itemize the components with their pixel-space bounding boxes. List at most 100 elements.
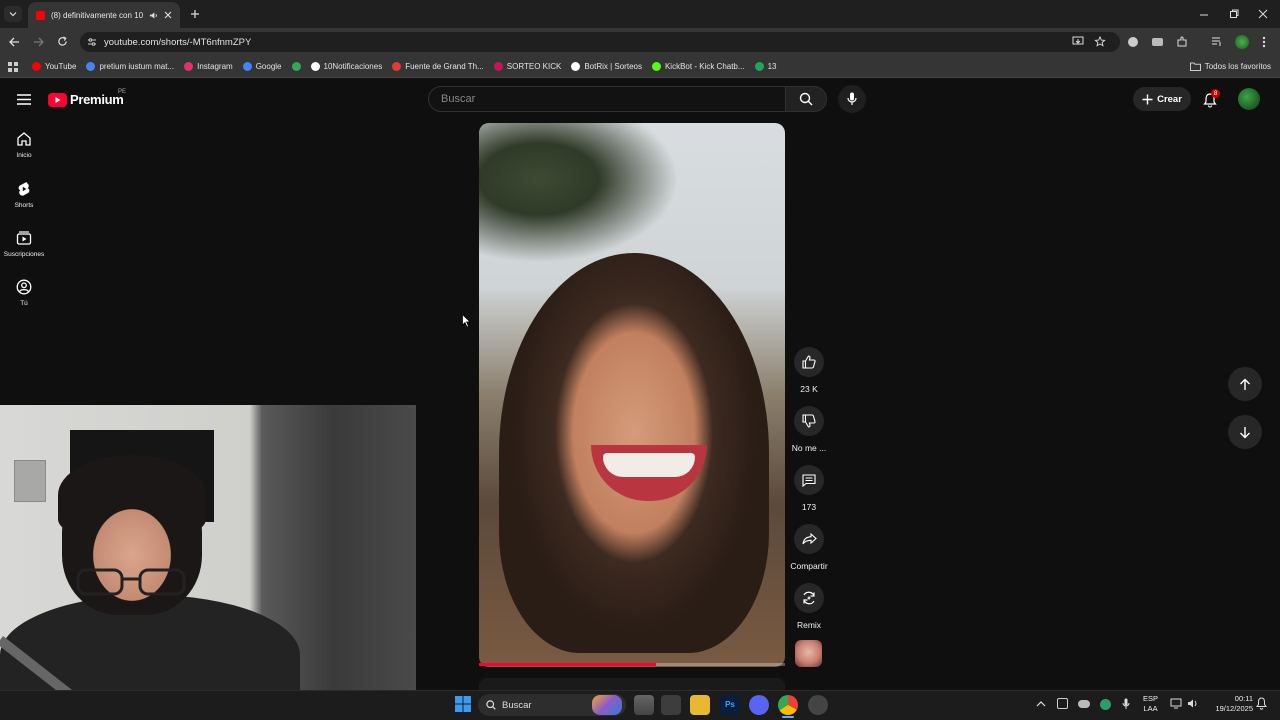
input-language[interactable]: ESP LAA <box>1143 694 1158 714</box>
shorts-video-player[interactable] <box>479 123 785 667</box>
previous-short-button[interactable] <box>1228 367 1262 401</box>
extension-icon[interactable] <box>1152 38 1163 46</box>
hamburger-menu-icon[interactable] <box>17 94 31 105</box>
sidebar-item-inicio[interactable]: Inicio <box>0 131 48 159</box>
microphone-icon <box>847 92 857 105</box>
bookmark-favicon-icon <box>242 62 252 71</box>
like-count: 23 K <box>800 384 818 394</box>
sidebar-item-label: Inicio <box>16 152 32 159</box>
dislike-button[interactable]: No me ... <box>786 406 832 453</box>
tab-active[interactable]: (8) definitivamente con 10 <box>28 2 180 28</box>
video-foliage <box>479 123 679 263</box>
all-bookmarks-button[interactable]: Todos los favoritos <box>1189 62 1271 71</box>
photoshop-icon[interactable]: Ps <box>720 695 740 715</box>
youtube-logo[interactable]: Premium <box>48 92 124 107</box>
system-clock[interactable]: 00:11 19/12/2025 <box>1205 694 1253 714</box>
like-button[interactable]: 23 K <box>786 347 832 394</box>
microphone-icon[interactable] <box>1122 698 1130 710</box>
notification-bell-icon[interactable] <box>1256 697 1267 710</box>
comments-circle <box>794 465 824 495</box>
sidebar-item-label: Shorts <box>14 202 34 209</box>
channel-avatar[interactable] <box>795 640 822 667</box>
taskbar-app-icon[interactable] <box>661 695 681 715</box>
remix-button[interactable]: Remix <box>786 583 832 630</box>
next-short-button[interactable] <box>1228 415 1262 449</box>
network-icon[interactable] <box>1170 698 1182 709</box>
bookmark-label: KickBot - Kick Chatb... <box>664 62 745 71</box>
bookmark-item[interactable] <box>291 62 301 71</box>
taskbar-app-icon[interactable] <box>808 695 828 715</box>
notifications-button[interactable]: 8 <box>1202 89 1220 109</box>
bookmark-item[interactable]: BotRix | Sorteos <box>571 62 642 71</box>
share-label: Compartir <box>790 561 828 571</box>
reload-icon[interactable] <box>57 36 68 47</box>
task-view-icon[interactable] <box>634 695 654 715</box>
bookmark-label: 10Notificaciones <box>323 62 383 71</box>
create-button[interactable]: Crear <box>1133 87 1191 111</box>
voice-search-button[interactable] <box>838 85 866 113</box>
new-tab-button[interactable] <box>188 7 202 21</box>
bookmark-item[interactable]: 13 <box>754 62 777 71</box>
bookmark-item[interactable]: 10Notificaciones <box>310 62 383 71</box>
search-input[interactable]: Buscar <box>428 86 786 112</box>
sidebar-item-shorts[interactable]: Shorts <box>0 181 48 209</box>
bookmark-label: 13 <box>767 62 777 71</box>
logo-text: Premium <box>70 92 124 107</box>
video-progress-bar[interactable] <box>479 663 785 666</box>
chrome-icon[interactable] <box>778 695 798 715</box>
tray-app-icon[interactable] <box>1100 699 1111 710</box>
share-button[interactable]: Compartir <box>786 524 832 571</box>
speaker-icon[interactable] <box>149 11 158 20</box>
close-tab-icon[interactable] <box>164 11 172 19</box>
tray-app-icon[interactable] <box>1057 698 1068 709</box>
search-button[interactable] <box>785 86 827 112</box>
sidebar-item-tu[interactable]: Tú <box>0 279 48 307</box>
bookmark-label: SORTEO KICK <box>506 62 562 71</box>
bookmark-item[interactable]: YouTube <box>32 62 76 71</box>
comments-button[interactable]: 173 <box>786 465 832 512</box>
profile-avatar[interactable] <box>1235 35 1249 49</box>
thumbs-up-icon <box>802 355 816 369</box>
discord-icon[interactable] <box>749 695 769 715</box>
bookmark-item[interactable]: pretium iustum mat... <box>86 62 174 71</box>
extension-icon[interactable] <box>1128 37 1138 47</box>
onedrive-icon[interactable] <box>1078 700 1090 708</box>
all-bookmarks-label: Todos los favoritos <box>1204 62 1271 71</box>
extensions-puzzle-icon[interactable] <box>1176 36 1188 48</box>
chevron-up-icon[interactable] <box>1036 700 1046 708</box>
restore-icon[interactable] <box>1229 9 1239 19</box>
site-info-icon[interactable] <box>87 37 97 47</box>
search-icon <box>799 92 813 106</box>
apps-grid-icon[interactable] <box>8 61 18 72</box>
forward-icon[interactable] <box>33 37 44 47</box>
bookmark-item[interactable]: Google <box>242 62 282 71</box>
bookmark-item[interactable]: Instagram <box>184 62 233 71</box>
bookmark-star-icon[interactable] <box>1094 36 1106 47</box>
url-text: youtube.com/shorts/-MT6nfnmZPY <box>104 36 252 48</box>
share-icon <box>801 533 817 545</box>
address-bar[interactable]: youtube.com/shorts/-MT6nfnmZPY <box>80 32 1120 52</box>
search-icon <box>486 700 496 710</box>
chevron-down-icon <box>9 12 17 17</box>
tab-search-button[interactable] <box>4 6 22 22</box>
media-control-icon[interactable] <box>1211 36 1223 47</box>
plus-icon <box>191 10 199 18</box>
windows-start-icon[interactable] <box>455 696 471 712</box>
account-avatar[interactable] <box>1238 88 1260 110</box>
menu-kebab-icon[interactable] <box>1262 36 1266 48</box>
bookmark-label: YouTube <box>45 62 77 71</box>
lang-bottom: LAA <box>1143 704 1158 713</box>
sidebar-item-suscripciones[interactable]: Suscripciones <box>0 230 48 258</box>
back-icon[interactable] <box>9 37 20 47</box>
youtube-logo-icon <box>48 92 67 107</box>
bookmark-item[interactable]: KickBot - Kick Chatb... <box>651 62 745 71</box>
install-app-icon[interactable] <box>1072 36 1084 47</box>
bookmark-favicon-icon <box>754 62 764 71</box>
close-window-icon[interactable] <box>1258 9 1268 19</box>
volume-icon[interactable] <box>1187 698 1199 709</box>
minimize-icon[interactable] <box>1199 10 1209 20</box>
file-explorer-icon[interactable] <box>690 695 710 715</box>
next-short-preview[interactable] <box>479 678 785 690</box>
bookmark-item[interactable]: Fuente de Grand Th... <box>392 62 484 71</box>
bookmark-item[interactable]: SORTEO KICK <box>493 62 562 71</box>
